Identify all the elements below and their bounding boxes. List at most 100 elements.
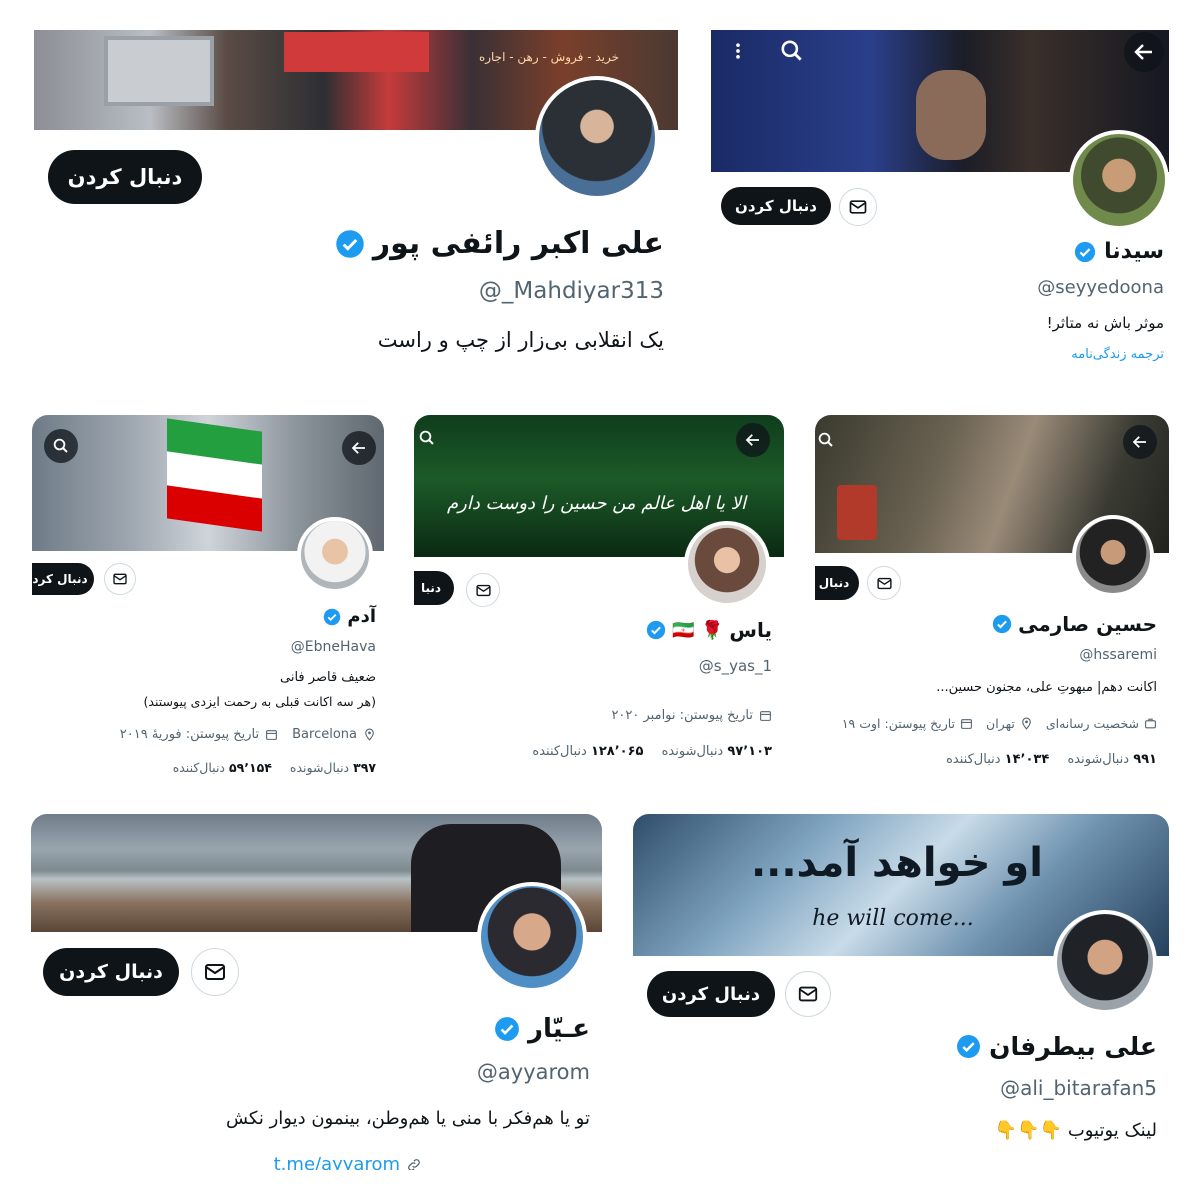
handle: @ali_bitarafan5 [1000,1076,1157,1100]
profile-card-seyyedoona: دنبال کردن سیدنا @seyyedoona موثر باش نه… [711,30,1169,375]
profile-card-bitarafan: او خواهد آمد... he will come... دنبال کر… [633,814,1169,1170]
verified-badge-icon [956,1034,981,1059]
search-icon [52,437,70,455]
profile-meta: تاریخ پیوستن: نوامبر ۲۰۲۰ [611,708,772,723]
following-label[interactable]: دنبال‌شونده [290,760,349,775]
banner-subtitle: he will come... [812,906,974,931]
follow-button[interactable]: دنبال کردن [48,150,202,204]
search-button[interactable] [44,429,78,463]
bio-line-1: ضعیف قاصر فانی [280,670,376,685]
shop-sign-text: خرید - فروش - رهن - اجاره [478,50,620,64]
handle: @ayyarom [476,1060,590,1084]
search-icon [418,429,436,447]
calendar-icon [960,717,973,730]
followers-count: ۱۲۸٬۰۶۵ [590,744,644,759]
follow-button[interactable]: دنبا [414,571,454,605]
profile-card-raefipour: خرید - فروش - رهن - اجاره دنبال کردن علی… [34,30,678,375]
followers-label[interactable]: دنبال‌کننده [173,760,225,775]
profile-card-ayyar: دنبال کردن عـیّار @ayyarom تو یا هم‌فکر … [31,814,602,1170]
avatar[interactable] [1072,515,1154,597]
search-button[interactable] [775,34,809,68]
envelope-icon [203,960,227,984]
back-arrow-icon [744,431,762,449]
handle: @EbneHava [290,639,376,655]
back-arrow-icon [1132,40,1156,64]
followers-count: ۵۹٬۱۵۴ [229,760,272,775]
banner-calligraphy: الا یا اهل عالم من حسین را دوست دارم [446,493,747,514]
envelope-icon [475,582,492,599]
location: تهران [986,716,1015,731]
display-name: حسین صارمی [1018,612,1157,636]
display-name: علی بیطرفان [989,1032,1157,1061]
envelope-icon [876,575,893,592]
iran-flag [167,418,262,532]
message-button[interactable] [191,948,239,996]
avatar[interactable] [297,517,373,593]
more-button[interactable] [721,34,755,68]
followers-label[interactable]: دنبال‌کننده [946,752,1000,767]
avatar[interactable] [684,521,770,607]
verified-badge-icon [494,1016,520,1042]
avatar[interactable] [477,882,587,992]
follow-stats: ۹۷٬۱۰۳ دنبال‌شونده ۱۲۸٬۰۶۵ دنبال‌کننده [532,744,772,759]
bio: یک انقلابی بی‌زار از چپ و راست [377,328,664,352]
name-row: سیدنا [1074,239,1164,264]
name-row: عـیّار [494,1014,590,1044]
verified-badge-icon [1074,241,1096,263]
join-date: تاریخ پیوستن: نوامبر ۲۰۲۰ [611,708,753,723]
following-label[interactable]: دنبال‌شونده [662,744,724,759]
envelope-icon [112,571,128,587]
back-button[interactable] [736,423,770,457]
follow-button[interactable]: دنبال [815,566,859,600]
following-label[interactable]: دنبال‌شونده [1067,752,1129,767]
bio-line-2: (هر سه اکانت قبلی به رحمت ایزدی پیوستند) [143,694,376,709]
uniform-patch [837,485,877,540]
bio: لینک یوتیوب 👇👇👇 [994,1120,1157,1141]
profile-meta: Barcelona تاریخ پیوستن: فوریهٔ ۲۰۱۹ [120,727,376,742]
following-count: ۹۹۱ [1133,752,1157,767]
bio: اکانت دهم| مبهوتِ علی، مجنون حسین... [936,680,1157,695]
calendar-icon [759,709,772,722]
display-name: یاس [729,618,772,642]
following-count: ۹۷٬۱۰۳ [727,744,772,759]
profile-card-adam: دنبال کرد آدم @EbneHava ضعیف قاصر فانی (… [32,415,384,785]
follow-stats: ۳۹۷ دنبال‌شونده ۵۹٬۱۵۴ دنبال‌کننده [173,760,376,775]
search-icon [817,431,835,449]
message-button[interactable] [785,971,831,1017]
following-count: ۳۹۷ [353,760,376,775]
verified-badge-icon [646,620,666,640]
calendar-icon [265,728,278,741]
profile-link[interactable]: t.me/ayyarom [274,1154,422,1170]
follow-button[interactable]: دنبال کرد [32,563,94,595]
avatar[interactable] [535,76,659,200]
display-name: سیدنا [1104,239,1164,264]
name-row: حسین صارمی [992,612,1157,636]
followers-count: ۱۴٬۰۳۴ [1004,752,1050,767]
back-button[interactable] [342,431,376,465]
avatar[interactable] [1053,910,1157,1014]
atm-machine [104,36,214,106]
message-button[interactable] [839,188,877,226]
handle: @_Mahdiyar313 [478,278,664,304]
follow-button[interactable]: دنبال کردن [647,971,775,1017]
envelope-icon [797,983,819,1005]
follow-button[interactable]: دنبال کردن [43,948,179,996]
briefcase-icon [1144,717,1157,730]
profile-link-text[interactable]: t.me/ayyarom [274,1154,400,1170]
follow-stats: ۹۹۱ دنبال‌شونده ۱۴٬۰۳۴ دنبال‌کننده [946,752,1157,767]
message-button[interactable] [867,566,901,600]
follow-button[interactable]: دنبال کردن [721,187,831,225]
avatar[interactable] [1069,130,1169,230]
back-button[interactable] [1124,32,1164,72]
name-emoji: 🌹 🇮🇷 [672,619,724,641]
message-button[interactable] [104,563,136,595]
back-button[interactable] [1123,425,1157,459]
back-arrow-icon [350,439,368,457]
join-date: تاریخ پیوستن: اوت ۱۹ [841,716,956,731]
followers-label[interactable]: دنبال‌کننده [532,744,586,759]
translate-bio-link[interactable]: ترجمه زندگی‌نامه [1071,347,1164,362]
bio: تو یا هم‌فکر با منی یا هم‌وطن، بینمون دی… [225,1108,590,1129]
display-name: عـیّار [528,1014,590,1044]
category: شخصیت رسانه‌ای [1045,716,1139,731]
message-button[interactable] [466,573,500,607]
